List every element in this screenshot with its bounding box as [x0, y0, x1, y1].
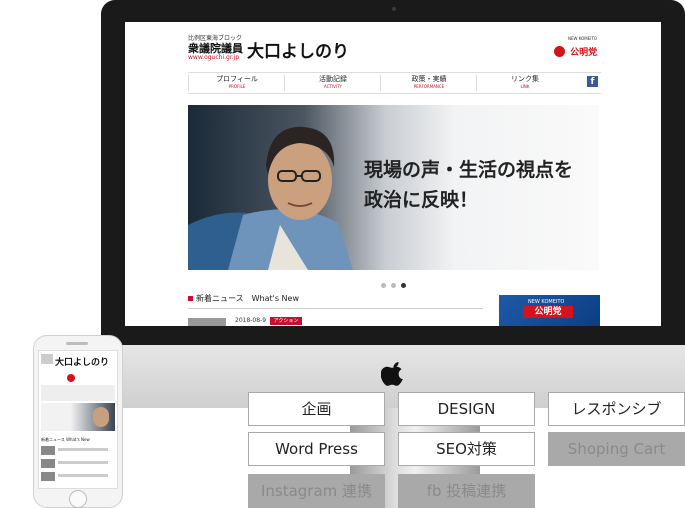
nav-label: リンク集 [511, 75, 539, 83]
news-category-badge[interactable]: アクション [270, 317, 302, 325]
hero-portrait-image [188, 126, 353, 270]
party-logo-jp: 公明党 [570, 48, 598, 58]
site-url[interactable]: www.oguchi.gr.jp [188, 54, 239, 61]
mobile-news-thumb[interactable] [41, 459, 55, 468]
news-heading: 新着ニュース What's New [188, 293, 299, 304]
facebook-icon[interactable]: f [587, 76, 598, 87]
party-logo-en: NEW KOMEITO [568, 36, 598, 41]
heading-marker-icon [188, 296, 193, 301]
mobile-title-label [41, 354, 53, 364]
nav-label: 政策・実績 [411, 75, 447, 83]
mobile-site-preview: 大口よしのり 新着ニュース What's New [38, 350, 118, 489]
slider-dot-3-active[interactable] [401, 283, 406, 288]
main-nav: プロフィール PROFILE 活動記録 ACTIVITY 政策・実績 PERFO… [188, 72, 601, 94]
hero-slider[interactable]: 現場の声・生活の視点を 政治に反映！ [188, 105, 599, 270]
home-button-icon[interactable] [69, 490, 87, 508]
banner-jp: 公明党 [523, 306, 573, 318]
slider-dot-2[interactable] [391, 283, 396, 288]
nav-label: プロフィール [216, 75, 258, 83]
komeito-banner[interactable]: NEW KOMEITO 公明党 [499, 295, 600, 326]
nav-item-link[interactable]: リンク集 LINK [476, 75, 573, 91]
tag-fb-post-disabled: fb 投稿連携 [398, 474, 535, 508]
komeito-logo[interactable]: NEW KOMEITO 公明党 [554, 36, 597, 60]
tag-planning[interactable]: 企画 [248, 392, 385, 426]
mobile-hero[interactable] [41, 403, 115, 431]
nav-item-activity[interactable]: 活動記録 ACTIVITY [284, 75, 381, 91]
tag-design[interactable]: DESIGN [398, 392, 535, 426]
news-heading-en: What's New [251, 294, 299, 303]
tag-shopping-cart-disabled: Shoping Cart [548, 432, 685, 466]
news-date: 2018-08-9 [235, 317, 267, 324]
nav-item-performance[interactable]: 政策・実績 PERFORMANCE [380, 75, 477, 91]
mobile-site-title[interactable]: 大口よしのり [55, 355, 109, 368]
mobile-news-thumb[interactable] [41, 446, 55, 455]
mobile-news-line [58, 474, 108, 477]
news-heading-jp: 新着ニュース [196, 294, 244, 303]
hero-headline: 現場の声・生活の視点を [364, 159, 574, 181]
mobile-news-heading: 新着ニュース What's New [41, 437, 90, 442]
banner-en: NEW KOMEITO [528, 299, 565, 305]
tag-instagram-disabled: Instagram 連携 [248, 474, 385, 508]
desktop-site-preview: 比例区東海ブロック 衆議院議員 大口よしのり www.oguchi.gr.jp … [125, 22, 661, 326]
mobile-party-sun-icon [67, 374, 75, 382]
mobile-news-thumb[interactable] [41, 472, 55, 481]
camera-icon [392, 7, 396, 11]
apple-icon [380, 359, 407, 387]
news-thumbnail[interactable] [188, 318, 226, 326]
nav-label: 活動記録 [319, 75, 347, 83]
slider-dot-1[interactable] [381, 283, 386, 288]
tag-wordpress[interactable]: Word Press [248, 432, 385, 466]
nav-sublabel: ACTIVITY [324, 84, 342, 89]
nav-sublabel: LINK [520, 84, 530, 89]
mobile-news-line [58, 461, 108, 464]
tag-seo[interactable]: SEO対策 [398, 432, 535, 466]
divider [188, 308, 483, 309]
tag-responsive[interactable]: レスポンシブ [548, 392, 685, 426]
nav-sublabel: PROFILE [228, 84, 246, 89]
nav-sublabel: PERFORMANCE [413, 84, 445, 89]
party-sun-icon [554, 46, 565, 57]
mobile-news-line [58, 448, 108, 451]
mobile-menu[interactable] [41, 385, 115, 401]
phone-speaker [66, 342, 88, 345]
site-title[interactable]: 大口よしのり [247, 37, 349, 62]
hero-headline: 政治に反映！ [364, 189, 479, 211]
nav-item-profile[interactable]: プロフィール PROFILE [188, 75, 285, 91]
mobile-hero-portrait [93, 407, 109, 427]
